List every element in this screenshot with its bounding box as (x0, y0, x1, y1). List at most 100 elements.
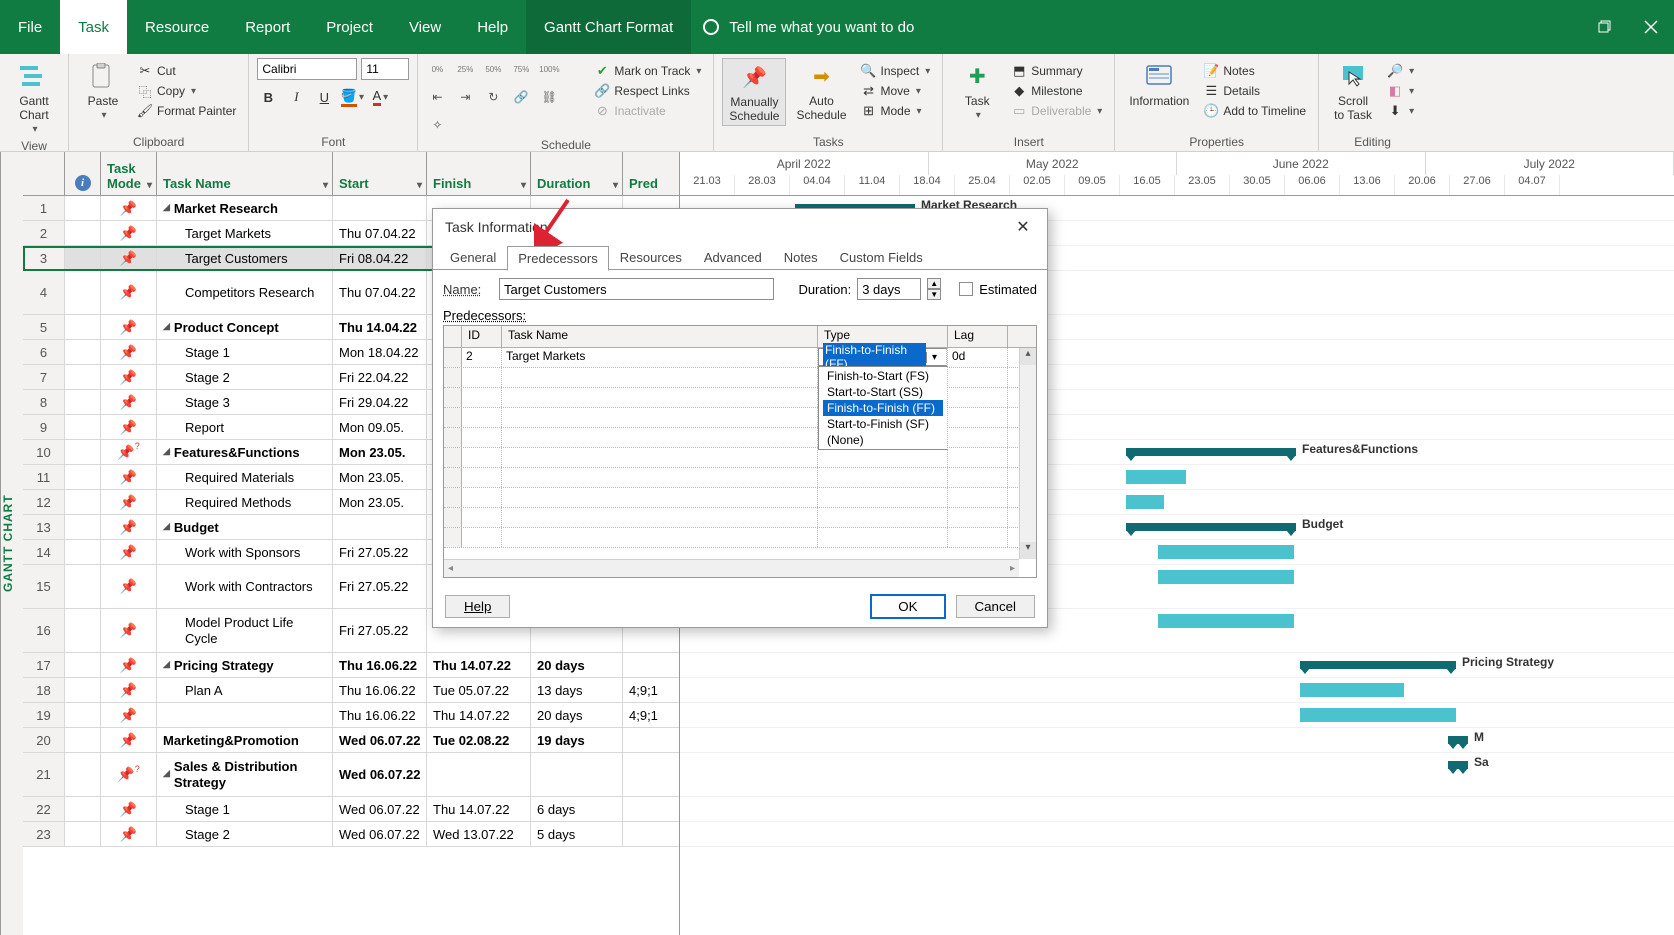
task-bar[interactable] (1300, 683, 1404, 697)
menu-view[interactable]: View (391, 0, 459, 54)
menu-resource[interactable]: Resource (127, 0, 227, 54)
respect-links-button[interactable]: 🔗Respect Links (590, 82, 705, 100)
task-mode-cell[interactable]: 📌 (101, 540, 157, 564)
italic-button[interactable]: I (285, 86, 307, 108)
menu-project[interactable]: Project (308, 0, 391, 54)
table-row[interactable]: 17📌Pricing StrategyThu 16.06.22Thu 14.07… (23, 653, 679, 678)
cut-button[interactable]: ✂Cut (133, 62, 240, 80)
finish-cell[interactable]: Tue 05.07.22 (427, 678, 531, 702)
cancel-button[interactable]: Cancel (956, 595, 1036, 618)
col-duration[interactable]: Duration▾ (531, 152, 623, 195)
task-mode-cell[interactable]: 📌 (101, 728, 157, 752)
start-cell[interactable]: Fri 29.04.22 (333, 390, 427, 414)
task-name-cell[interactable]: Product Concept (157, 315, 333, 339)
task-bar[interactable] (1126, 495, 1164, 509)
start-cell[interactable] (333, 196, 427, 220)
start-cell[interactable]: Fri 27.05.22 (333, 540, 427, 564)
menu-report[interactable]: Report (227, 0, 308, 54)
duration-cell[interactable]: 6 days (531, 797, 623, 821)
task-name-cell[interactable]: Marketing&Promotion (157, 728, 333, 752)
row-number[interactable]: 17 (23, 653, 65, 677)
table-row[interactable]: 22📌Stage 1Wed 06.07.22Thu 14.07.226 days (23, 797, 679, 822)
task-name-cell[interactable]: Report (157, 415, 333, 439)
task-name-cell[interactable]: Stage 3 (157, 390, 333, 414)
row-number[interactable]: 11 (23, 465, 65, 489)
row-number[interactable]: 18 (23, 678, 65, 702)
start-cell[interactable]: Fri 08.04.22 (333, 246, 427, 270)
col-lag[interactable]: Lag (948, 326, 1008, 347)
task-name-cell[interactable]: Required Materials (157, 465, 333, 489)
row-number[interactable]: 8 (23, 390, 65, 414)
font-name-input[interactable] (257, 58, 357, 80)
finish-cell[interactable]: Wed 13.07.22 (427, 822, 531, 846)
font-color-button[interactable]: A (369, 86, 391, 108)
task-name-cell[interactable]: Pricing Strategy (157, 653, 333, 677)
pct75-icon[interactable]: 75% (510, 58, 532, 80)
task-name-cell[interactable]: Work with Sponsors (157, 540, 333, 564)
task-mode-cell[interactable]: 📌 (101, 340, 157, 364)
pred-hscrollbar[interactable]: ◂▸ (444, 559, 1019, 577)
finish-cell[interactable]: Thu 14.07.22 (427, 653, 531, 677)
task-bar[interactable] (1126, 470, 1186, 484)
task-name-cell[interactable]: Required Methods (157, 490, 333, 514)
indent-icon[interactable]: ⇥ (454, 86, 476, 108)
summary-bar[interactable] (1300, 661, 1456, 669)
task-mode-cell[interactable]: 📌 (101, 315, 157, 339)
type-option-none[interactable]: (None) (823, 432, 943, 448)
window-restore[interactable] (1582, 0, 1628, 54)
start-cell[interactable]: Wed 06.07.22 (333, 797, 427, 821)
row-number[interactable]: 22 (23, 797, 65, 821)
mark-on-track-button[interactable]: ✔Mark on Track (590, 62, 705, 80)
start-cell[interactable]: Mon 23.05. (333, 490, 427, 514)
task-mode-cell[interactable]: 📌 (101, 565, 157, 608)
estimated-checkbox[interactable] (959, 282, 973, 296)
summary-bar[interactable] (1126, 523, 1296, 531)
table-row[interactable]: 19📌Thu 16.06.22Thu 14.07.2220 days4;9;1 (23, 703, 679, 728)
inactivate-button[interactable]: ⊘Inactivate (590, 102, 705, 120)
information-button[interactable]: Information (1123, 58, 1195, 110)
row-number[interactable]: 5 (23, 315, 65, 339)
col-finish[interactable]: Finish▾ (427, 152, 531, 195)
task-name-cell[interactable]: Target Markets (157, 221, 333, 245)
task-bar[interactable] (1300, 708, 1456, 722)
row-number[interactable]: 3 (23, 246, 65, 270)
finish-cell[interactable] (427, 753, 531, 796)
start-cell[interactable]: Wed 06.07.22 (333, 753, 427, 796)
task-mode-cell[interactable]: 📌 (101, 515, 157, 539)
task-name-cell[interactable]: Sales & Distribution Strategy (157, 753, 333, 796)
pct0-icon[interactable]: 0% (426, 58, 448, 80)
find-button[interactable]: 🔎 (1383, 62, 1418, 80)
task-name-cell[interactable]: Budget (157, 515, 333, 539)
finish-cell[interactable]: Tue 02.08.22 (427, 728, 531, 752)
start-cell[interactable]: Mon 23.05. (333, 440, 427, 464)
type-option-sf[interactable]: Start-to-Finish (SF) (823, 416, 943, 432)
col-id[interactable]: ID (462, 326, 502, 347)
row-number[interactable]: 21 (23, 753, 65, 796)
duration-cell[interactable]: 20 days (531, 653, 623, 677)
start-cell[interactable]: Thu 07.04.22 (333, 221, 427, 245)
milestone-button[interactable]: ◆Milestone (1007, 82, 1106, 100)
task-mode-cell[interactable]: 📌 (101, 221, 157, 245)
task-name-cell[interactable]: Target Customers (157, 246, 333, 270)
details-button[interactable]: ☰Details (1199, 82, 1310, 100)
notes-button[interactable]: 📝Notes (1199, 62, 1310, 80)
pct100-icon[interactable]: 100% (538, 58, 560, 80)
start-cell[interactable]: Fri 27.05.22 (333, 609, 427, 652)
start-cell[interactable]: Wed 06.07.22 (333, 728, 427, 752)
task-name-cell[interactable]: Work with Contractors (157, 565, 333, 608)
predecessor-row[interactable]: 2 Target Markets Finish-to-Finish (FF) ▾… (444, 348, 1036, 368)
tab-predecessors[interactable]: Predecessors (507, 246, 608, 271)
type-option-ff[interactable]: Finish-to-Finish (FF) (823, 400, 943, 416)
task-mode-cell[interactable]: 📌 (101, 246, 157, 270)
duration-input[interactable] (857, 278, 921, 300)
format-painter-button[interactable]: 🖌Format Painter (133, 102, 240, 120)
row-number[interactable]: 15 (23, 565, 65, 608)
task-mode-cell[interactable]: 📌 (101, 653, 157, 677)
menu-help[interactable]: Help (459, 0, 526, 54)
predecessors-grid[interactable]: ID Task Name Type Lag 2 Target Markets F… (443, 325, 1037, 578)
type-option-fs[interactable]: Finish-to-Start (FS) (823, 368, 943, 384)
bold-button[interactable]: B (257, 86, 279, 108)
duration-cell[interactable]: 5 days (531, 822, 623, 846)
row-number[interactable]: 7 (23, 365, 65, 389)
row-number[interactable]: 1 (23, 196, 65, 220)
